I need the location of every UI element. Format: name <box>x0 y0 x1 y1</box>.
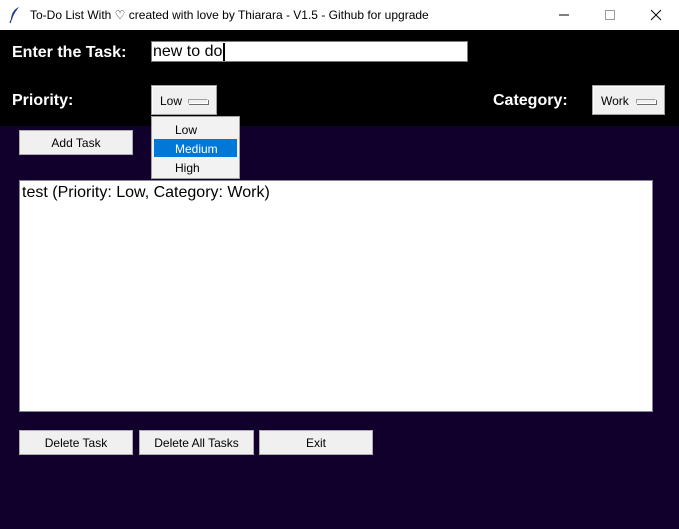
priority-option-high[interactable]: High <box>154 158 237 176</box>
title-bar: To-Do List With ♡ created with love by T… <box>0 0 679 30</box>
exit-button[interactable]: Exit <box>259 430 373 455</box>
priority-option-low[interactable]: Low <box>154 120 237 138</box>
category-selected-value: Work <box>601 94 629 108</box>
text-caret <box>223 43 225 61</box>
dropdown-indicator-icon <box>636 99 656 104</box>
task-input[interactable]: new to do <box>151 41 468 62</box>
priority-selected-value: Low <box>160 94 183 108</box>
add-task-button[interactable]: Add Task <box>19 130 133 155</box>
dropdown-indicator-icon <box>188 99 208 104</box>
window-title: To-Do List With ♡ created with love by T… <box>30 8 429 22</box>
category-label: Category: <box>493 92 568 109</box>
priority-select[interactable]: Low <box>151 85 217 115</box>
delete-task-button[interactable]: Delete Task <box>19 430 133 455</box>
priority-label: Priority: <box>12 92 74 109</box>
minimize-icon <box>559 14 569 16</box>
priority-dropdown-list: Low Medium High <box>151 116 240 179</box>
close-button[interactable] <box>633 0 679 30</box>
category-select[interactable]: Work <box>592 85 665 115</box>
minimize-button[interactable] <box>541 0 587 30</box>
form-header: Enter the Task: new to do Priority: Low … <box>0 30 679 126</box>
maximize-button[interactable] <box>587 0 633 30</box>
delete-all-tasks-button[interactable]: Delete All Tasks <box>139 430 254 455</box>
maximize-icon <box>605 10 615 20</box>
feather-icon <box>8 6 22 24</box>
task-label: Enter the Task: <box>12 44 127 61</box>
task-listbox[interactable]: test (Priority: Low, Category: Work) <box>19 180 653 412</box>
list-item[interactable]: test (Priority: Low, Category: Work) <box>22 184 270 202</box>
priority-option-medium[interactable]: Medium <box>154 139 237 157</box>
close-icon <box>650 9 662 21</box>
